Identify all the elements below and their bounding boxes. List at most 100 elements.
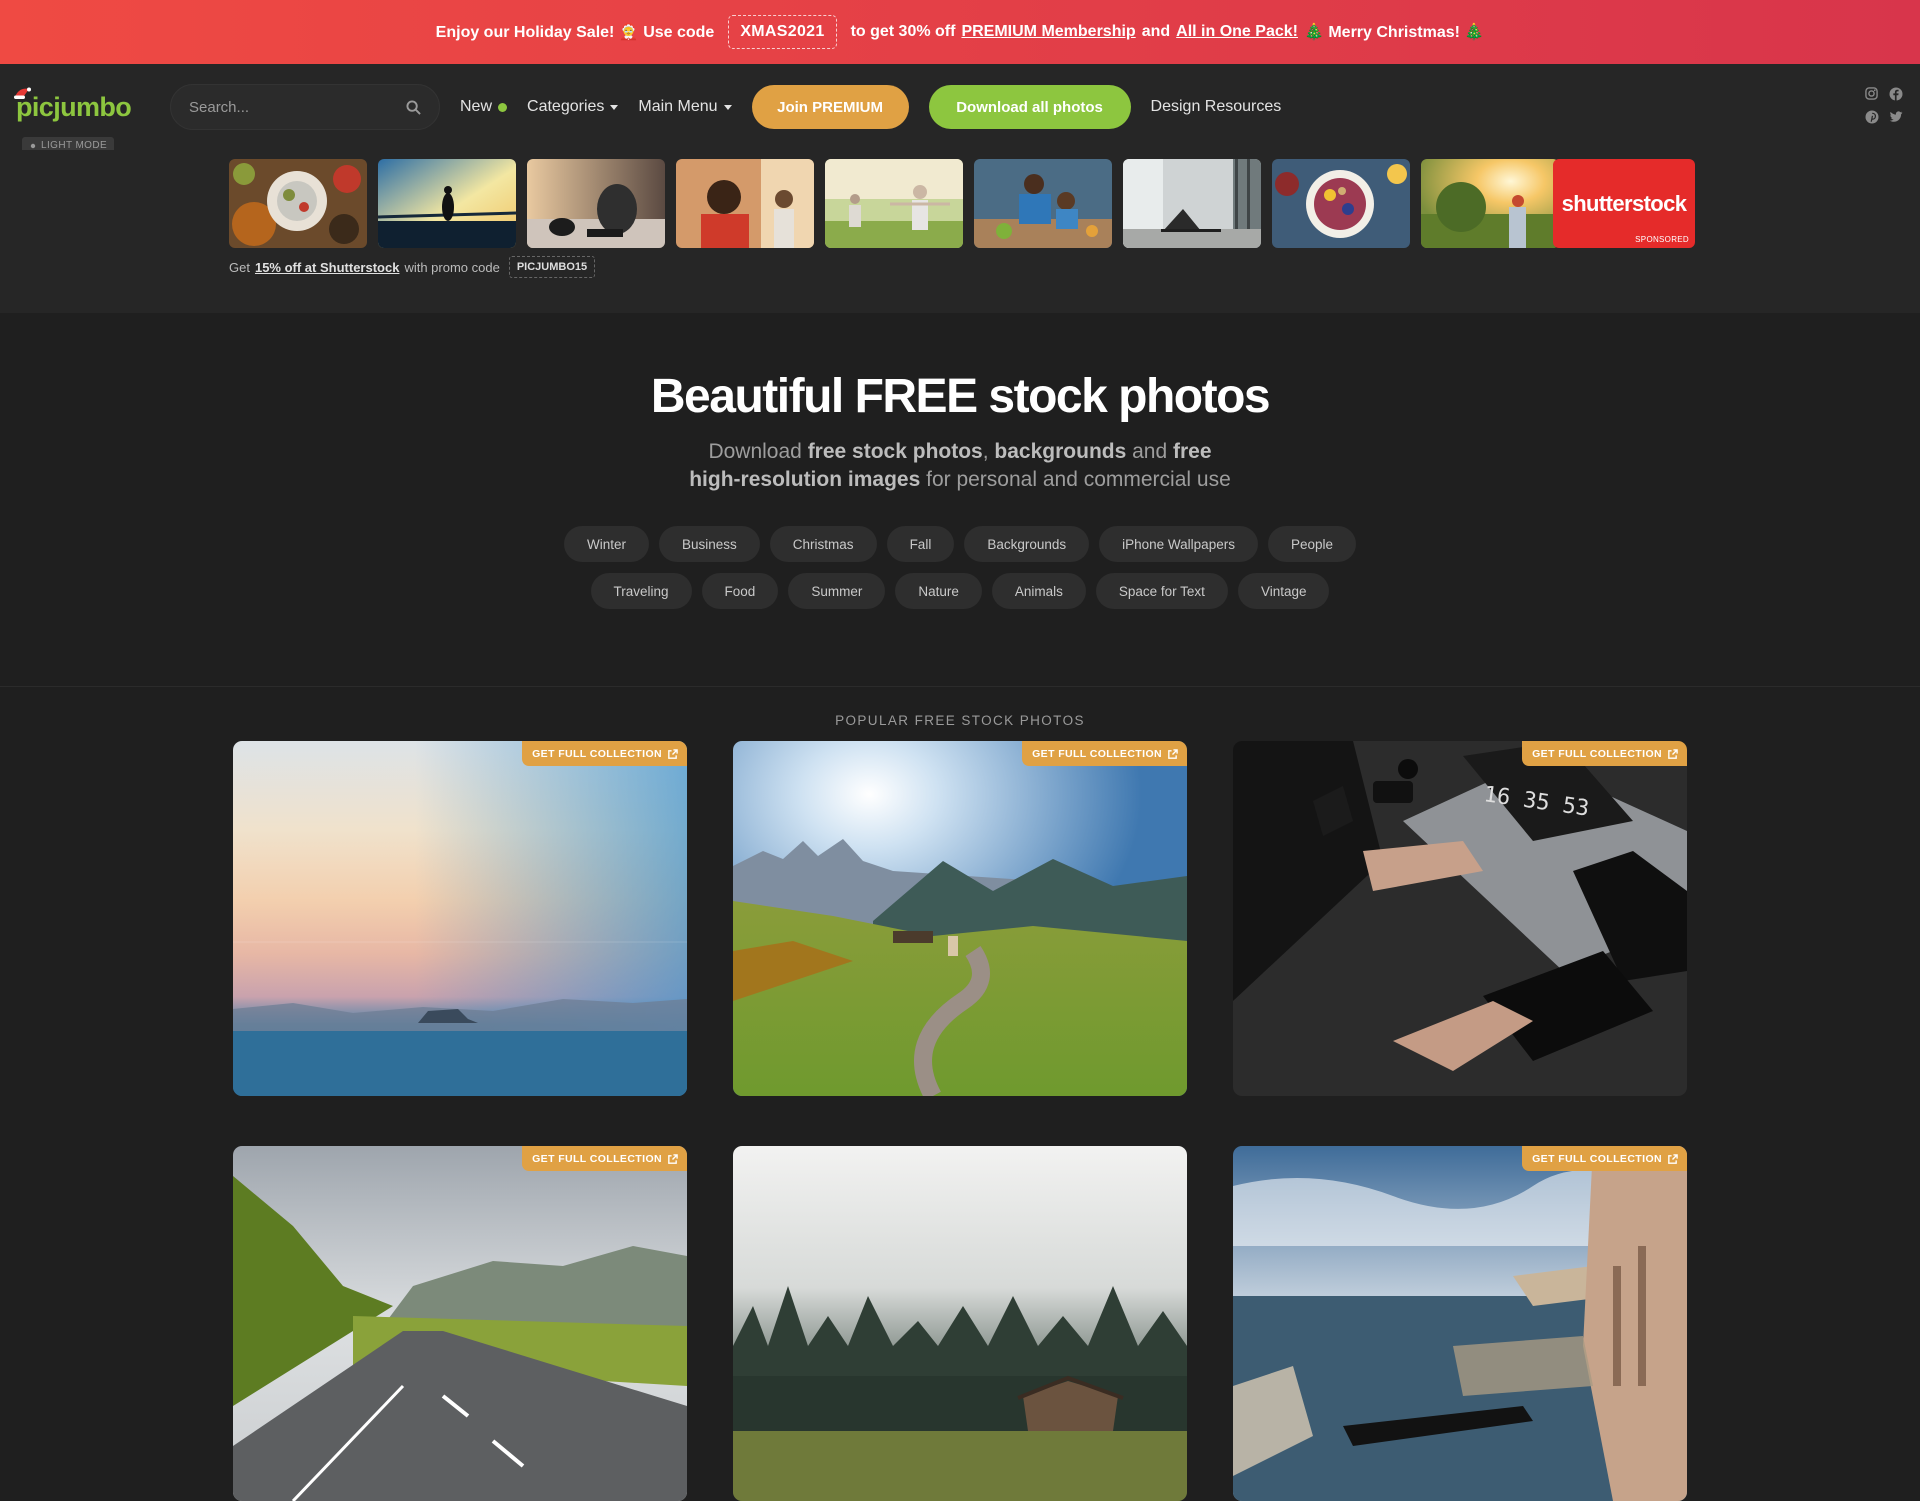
tag-backgrounds[interactable]: Backgrounds [964,526,1090,562]
tag-business[interactable]: Business [659,526,760,562]
get-full-collection-badge[interactable]: GET FULL COLLECTION [1022,741,1187,766]
badge-label: GET FULL COLLECTION [1532,1153,1662,1165]
sponsored-thumb-sunset-woman[interactable] [1421,159,1559,248]
promo-and: and [1141,23,1171,40]
badge-label: GET FULL COLLECTION [532,748,662,760]
badge-label: GET FULL COLLECTION [532,1153,662,1165]
sun-icon [30,143,36,148]
photo-card-sunset-sea[interactable]: GET FULL COLLECTION [233,741,687,1096]
sponsored-thumb-food-bowl[interactable] [229,159,367,248]
sponsored-thumb-yoga-indoor[interactable] [1123,159,1261,248]
hero-section: Beautiful FREE stock photos Download fre… [0,313,1920,687]
external-link-icon [1668,1153,1678,1164]
shutterstock-discount-link[interactable]: 15% off at Shutterstock [255,260,399,275]
photo-card-mountain-road[interactable]: GET FULL COLLECTION [233,1146,687,1501]
nav-new[interactable]: New [460,98,508,116]
sponsored-strip: shutterstock SPONSORED Get 15% off at Sh… [0,150,1920,313]
join-premium-button[interactable]: Join PREMIUM [751,85,909,129]
tag-vintage[interactable]: Vintage [1237,573,1330,609]
sponsored-label: SPONSORED [1635,235,1689,244]
external-link-icon [668,1153,678,1164]
holiday-promo-bar: Enjoy our Holiday Sale! 🤶 Use code XMAS2… [0,0,1920,64]
tag-winter[interactable]: Winter [564,526,650,562]
sponsored-thumb-runner[interactable] [378,159,516,248]
subtitle-part: and [1132,440,1168,463]
page-title: Beautiful FREE stock photos [650,370,1271,423]
tag-fall[interactable]: Fall [886,526,955,562]
tag-people[interactable]: People [1267,526,1356,562]
main-nav: New Categories Main Menu Join PREMIUM Do… [460,85,1281,129]
hero-subtitle: Download free stock photos, backgrounds … [680,438,1240,494]
badge-label: GET FULL COLLECTION [1532,748,1662,760]
tag-animals[interactable]: Animals [991,573,1086,609]
site-header: picjumbo New Categories Main Menu Join P… [0,64,1920,154]
photo-card-venice[interactable]: GET FULL COLLECTION [1233,1146,1687,1501]
nav-categories[interactable]: Categories [527,98,619,116]
nav-main-menu[interactable]: Main Menu [638,98,732,116]
sponsored-thumb-smoothie-bowl[interactable] [1272,159,1410,248]
facebook-icon[interactable] [1888,86,1903,101]
santa-hat-icon [14,87,31,99]
twitter-icon[interactable] [1888,109,1903,124]
nav-main-menu-label: Main Menu [638,98,718,115]
photo-foggy-forest [733,1146,1187,1501]
sponsored-thumb-workout[interactable] [527,159,665,248]
sponsored-thumb-yoga[interactable] [825,159,963,248]
subtitle-bold: backgrounds [994,440,1127,463]
photo-mountain-road [233,1146,687,1501]
photo-card-laptop-desk[interactable]: 16 35 53 GET FULL COLLECTION [1233,741,1687,1096]
shutterstock-ad[interactable]: shutterstock SPONSORED [1553,159,1695,248]
tag-food[interactable]: Food [701,573,779,609]
tag-traveling[interactable]: Traveling [590,573,692,609]
shutterstock-logo: shutterstock [1561,190,1687,216]
nav-design-resources[interactable]: Design Resources [1151,98,1282,116]
download-all-photos-button[interactable]: Download all photos [928,85,1131,129]
promo-code: XMAS2021 [728,15,837,49]
search-box[interactable] [170,84,440,130]
tag-iphone-wallpapers[interactable]: iPhone Wallpapers [1099,526,1258,562]
promo-text-end: 🎄 Merry Christmas! 🎄 [1303,24,1485,41]
photo-sunset-sea [233,741,687,1096]
promo-text-middle: to get 30% off [850,23,956,40]
photo-laptop-desk: 16 35 53 [1233,741,1687,1096]
external-link-icon [668,748,678,759]
subtitle-part: , [982,440,989,463]
promo-line-before: Get [229,259,250,275]
photo-card-foggy-forest[interactable] [733,1146,1187,1501]
badge-label: GET FULL COLLECTION [1032,748,1162,760]
search-icon[interactable] [406,99,421,115]
shutterstock-promo-line: Get 15% off at Shutterstock with promo c… [229,256,596,278]
premium-membership-link[interactable]: PREMIUM Membership [961,23,1135,41]
promo-line-after: with promo code [404,259,500,275]
photo-venice [1233,1146,1687,1501]
all-in-one-pack-link[interactable]: All in One Pack! [1176,23,1298,41]
subtitle-bold: free stock photos [807,440,983,463]
social-links [1864,86,1904,124]
photo-alpine-valley [733,741,1187,1096]
sponsored-thumbnails [229,159,1559,248]
get-full-collection-badge[interactable]: GET FULL COLLECTION [522,1146,687,1171]
chevron-down-icon [610,104,619,110]
sponsored-thumb-family-cooking[interactable] [974,159,1112,248]
nav-categories-label: Categories [527,98,605,115]
instagram-icon[interactable] [1864,86,1879,101]
subtitle-part: for personal and commercial use [926,468,1231,491]
get-full-collection-badge[interactable]: GET FULL COLLECTION [522,741,687,766]
get-full-collection-badge[interactable]: GET FULL COLLECTION [1522,1146,1687,1171]
search-input[interactable] [189,98,389,116]
tag-space-for-text[interactable]: Space for Text [1095,573,1228,609]
new-indicator-dot [498,102,508,112]
chevron-down-icon [723,104,732,110]
sponsored-thumb-friends[interactable] [676,159,814,248]
tag-summer[interactable]: Summer [788,573,886,609]
get-full-collection-badge[interactable]: GET FULL COLLECTION [1522,741,1687,766]
tag-christmas[interactable]: Christmas [769,526,877,562]
tag-nature[interactable]: Nature [895,573,982,609]
photo-card-alpine-valley[interactable]: GET FULL COLLECTION [733,741,1187,1096]
external-link-icon [1168,748,1178,759]
picjumbo-logo[interactable]: picjumbo [14,87,156,123]
external-link-icon [1668,748,1678,759]
pinterest-icon[interactable] [1864,109,1879,124]
promo-text-before: Enjoy our Holiday Sale! 🤶 Use code [435,24,715,41]
shutterstock-promo-code: PICJUMBO15 [508,256,596,278]
